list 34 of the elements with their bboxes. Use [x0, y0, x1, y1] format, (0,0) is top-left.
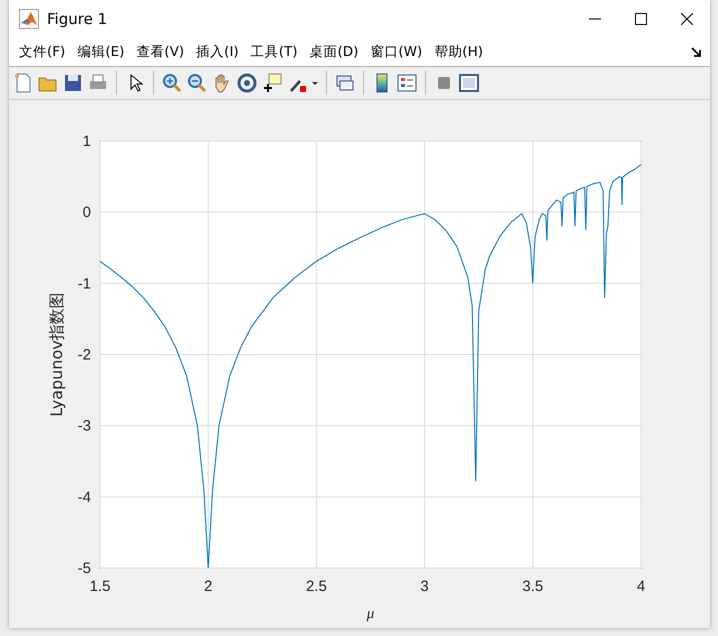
menu-item[interactable]: 桌面(D) — [303, 40, 364, 64]
axis-label: Lyapunov指数图 — [47, 292, 66, 417]
close-icon[interactable] — [681, 13, 693, 25]
tick-label: 2.5 — [306, 578, 327, 595]
panel-icon[interactable] — [458, 72, 480, 94]
menu-item[interactable]: 工具(T) — [244, 40, 304, 64]
menu-item[interactable]: 插入(I) — [190, 40, 245, 64]
app-icon — [19, 9, 39, 29]
zoom-out-icon[interactable] — [186, 72, 208, 94]
maximize-icon[interactable] — [635, 13, 647, 25]
data-cursor-icon[interactable] — [261, 72, 283, 94]
save-icon[interactable] — [62, 72, 84, 94]
tick-label: 3.5 — [522, 578, 544, 595]
tick-label: 1.5 — [90, 578, 110, 595]
menu-item[interactable]: 查看(V) — [130, 40, 190, 64]
tick-label: -1 — [78, 275, 91, 292]
undock-arrow-icon[interactable] — [690, 46, 702, 58]
zoom-in-icon[interactable] — [161, 72, 183, 94]
tick-label: -3 — [78, 418, 91, 435]
tick-label: 1 — [82, 133, 91, 150]
window-title: Figure 1 — [47, 10, 108, 28]
tick-label: 0 — [82, 204, 91, 222]
tick-label: 2 — [204, 578, 212, 595]
tick-label: 4 — [636, 578, 646, 595]
tick-label: -4 — [78, 488, 91, 506]
tick-label: -2 — [78, 346, 91, 364]
menu-item[interactable]: 文件(F) — [13, 40, 72, 64]
menu-item[interactable]: 帮助(H) — [428, 40, 489, 64]
axis-label: μ — [366, 606, 374, 622]
tick-label: 3 — [420, 578, 429, 595]
tick-label: -5 — [78, 560, 91, 577]
legend-icon[interactable] — [396, 72, 418, 94]
menu-item[interactable]: 编辑(E) — [71, 40, 130, 64]
menu-item[interactable]: 窗口(W) — [364, 40, 428, 64]
